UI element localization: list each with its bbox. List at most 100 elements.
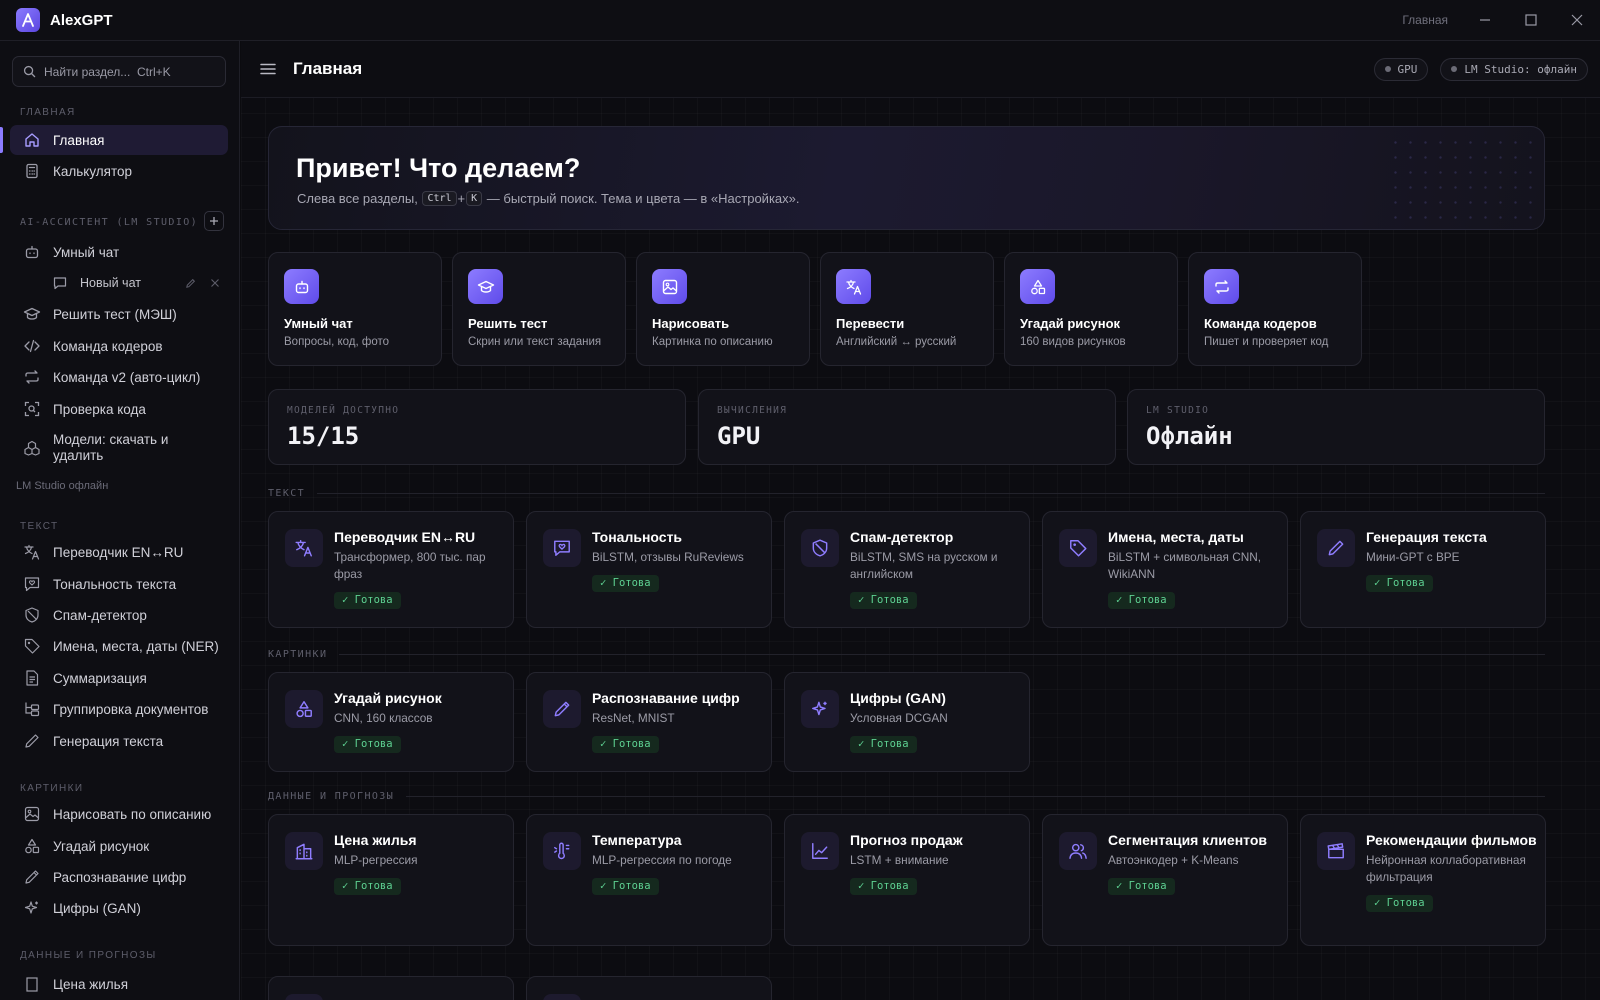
maximize-button[interactable]	[1508, 0, 1554, 41]
building-icon	[285, 832, 323, 870]
model-card-temperature[interactable]: Температура MLP-регрессия по погоде ✓ Гото…	[526, 814, 772, 946]
sidebar-item-smart-chat[interactable]: Умный чат	[10, 237, 228, 267]
quick-action-solve-test[interactable]: Решить тест Скрин или текст задания	[452, 252, 626, 366]
minimize-button[interactable]	[1462, 0, 1508, 41]
quick-action-translate[interactable]: Перевести Английский ↔ русский	[820, 252, 994, 366]
shapes-icon	[285, 690, 323, 728]
section-divider	[406, 796, 1545, 797]
sidebar-item-models[interactable]: Модели: скачать и удалить	[10, 425, 228, 471]
repeat-icon	[25, 370, 39, 384]
sidebar-item-label: Цена жилья	[53, 976, 129, 992]
sidebar-item-label: Модели: скачать и удалить	[53, 432, 169, 463]
model-card-partial[interactable]	[268, 976, 514, 1000]
model-card-text-generation[interactable]: Генерация текста Мини-GPT с BPE ✓ Готова	[1300, 511, 1546, 628]
model-card-sales-forecast[interactable]: Прогноз продаж LSTM + внимание ✓ Готова	[784, 814, 1030, 946]
close-window-button[interactable]	[1554, 0, 1600, 41]
translate-icon	[285, 529, 323, 567]
page-title: Главная	[293, 59, 363, 78]
sidebar-section-text: ТЕКСТ	[20, 521, 59, 532]
sidebar-item-coder-team[interactable]: Команда кодеров	[10, 331, 228, 361]
sidebar-item-label: Имена, места, даты (NER)	[53, 638, 219, 654]
translate-icon	[24, 544, 40, 560]
quick-action-subtitle: Скрин или текст задания	[468, 336, 602, 348]
model-card-translator[interactable]: Переводчик EN↔RU Трансформер, 800 тыс. па…	[268, 511, 514, 628]
sparkles-icon	[24, 901, 38, 914]
thermometer-icon	[543, 832, 581, 870]
sidebar-item-label: Группировка документов	[53, 701, 209, 717]
model-card-gan[interactable]: Цифры (GAN) Условная DCGAN ✓ Готова	[784, 672, 1030, 772]
model-card-customer-segmentation[interactable]: Сегментация клиентов Автоэнкодер + K-Mean…	[1042, 814, 1288, 946]
status-badge: ✓ Готова	[1366, 895, 1433, 912]
lm-studio-status-badge: LM Studio: офлайн	[1440, 57, 1588, 81]
model-card-house-price[interactable]: Цена жилья MLP-регрессия ✓ Готова	[268, 814, 514, 946]
message-icon	[53, 277, 67, 290]
new-chat-button[interactable]	[204, 211, 224, 231]
home-icon	[25, 133, 39, 147]
users-icon	[1059, 832, 1097, 870]
plus-icon	[210, 217, 218, 225]
pencil-icon	[25, 870, 39, 884]
edit-icon[interactable]	[185, 278, 196, 289]
sidebar-item-spam[interactable]: Спам-детектор	[10, 600, 228, 630]
status-badge: ✓ Готова	[334, 592, 401, 609]
section-title: КАРТИНКИ	[268, 649, 328, 660]
menu-icon[interactable]	[259, 60, 277, 78]
model-card-digits[interactable]: Распознавание цифр ResNet, MNIST ✓ Готова	[526, 672, 772, 772]
sidebar-item-text-generation[interactable]: Генерация текста	[10, 726, 228, 756]
model-card-partial[interactable]	[526, 976, 772, 1000]
sidebar-item-coder-team-v2[interactable]: Команда v2 (авто-цикл)	[10, 362, 228, 392]
model-card-spam[interactable]: Спам-детектор BiLSTM, SMS на русском и ан…	[784, 511, 1030, 628]
sidebar-item-ner[interactable]: Имена, места, даты (NER)	[10, 631, 228, 661]
sidebar-item-house-price[interactable]: Цена жилья	[10, 969, 228, 999]
sidebar-search[interactable]	[12, 56, 226, 87]
sidebar-item-gan[interactable]: Цифры (GAN)	[10, 893, 228, 923]
quick-action-title: Умный чат	[284, 316, 353, 331]
sidebar-item-clustering[interactable]: Группировка документов	[10, 694, 228, 724]
status-badge: ✓ Готова	[334, 736, 401, 753]
quick-action-title: Нарисовать	[652, 316, 730, 331]
sidebar-item-guess-drawing[interactable]: Угадай рисунок	[10, 831, 228, 861]
quick-action-smart-chat[interactable]: Умный чат Вопросы, код, фото	[268, 252, 442, 366]
clapperboard-icon	[1317, 832, 1355, 870]
pencil-icon	[543, 690, 581, 728]
sidebar-item-summarization[interactable]: Суммаризация	[10, 663, 228, 693]
model-card-subtitle: Автоэнкодер + K-Means	[1108, 853, 1239, 867]
sidebar-item-sentiment[interactable]: Тональность текста	[10, 569, 228, 599]
search-input[interactable]	[44, 64, 204, 79]
chat-list-item[interactable]: Новый чат	[40, 269, 228, 297]
sidebar-item-calculator[interactable]: Калькулятор	[10, 156, 228, 186]
model-card-guess-drawing[interactable]: Угадай рисунок CNN, 160 классов ✓ Готова	[268, 672, 514, 772]
sidebar-item-label: Распознавание цифр	[53, 869, 187, 885]
quick-action-coder-team[interactable]: Команда кодеров Пишет и проверяет код	[1188, 252, 1362, 366]
sidebar-section-data: ДАННЫЕ И ПРОГНОЗЫ	[20, 950, 157, 961]
quick-action-guess-drawing[interactable]: Угадай рисунок 160 видов рисунков	[1004, 252, 1178, 366]
model-card-subtitle: BiLSTM + символьная CNN, WikiANN	[1108, 550, 1262, 581]
sidebar-item-translator[interactable]: Переводчик EN↔RU	[10, 537, 228, 567]
title-bar: AlexGPT Главная	[0, 0, 1600, 41]
main-content: Главная GPU LM Studio: офлайн Привет! Чт…	[241, 41, 1600, 1000]
model-card-sentiment[interactable]: Тональность BiLSTM, отзывы RuReviews ✓ Гот…	[526, 511, 772, 628]
code-icon	[24, 339, 40, 353]
delete-chat-icon[interactable]	[210, 278, 220, 288]
sidebar-item-digits[interactable]: Распознавание цифр	[10, 862, 228, 892]
sidebar-item-home[interactable]: Главная	[10, 125, 228, 155]
app-logo-icon	[16, 8, 40, 32]
sidebar-item-code-review[interactable]: Проверка кода	[10, 394, 228, 424]
model-card-ner[interactable]: Имена, места, даты BiLSTM + символьная CN…	[1042, 511, 1288, 628]
status-badge: ✓ Готова	[334, 878, 401, 895]
sidebar-item-label: Решить тест (МЭШ)	[53, 306, 177, 322]
model-card-title: Генерация текста	[1366, 529, 1487, 545]
model-card-subtitle: ResNet, MNIST	[592, 711, 675, 725]
model-card-movie-recommendations[interactable]: Рекомендации фильмов Нейронная коллаборат…	[1300, 814, 1546, 946]
quick-action-draw[interactable]: Нарисовать Картинка по описанию	[636, 252, 810, 366]
boxes-icon	[24, 440, 40, 456]
sidebar-item-draw[interactable]: Нарисовать по описанию	[10, 799, 228, 829]
section-header-text: ТЕКСТ	[268, 488, 1545, 499]
sidebar-item-label: Угадай рисунок	[53, 838, 150, 854]
sidebar-item-label: Команда кодеров	[53, 338, 163, 354]
sidebar-item-solve-test[interactable]: Решить тест (МЭШ)	[10, 299, 228, 329]
sidebar-item-label: Генерация текста	[53, 733, 164, 749]
search-icon	[23, 65, 36, 78]
active-indicator	[0, 127, 3, 153]
model-card-subtitle: BiLSTM, отзывы RuReviews	[592, 550, 744, 564]
